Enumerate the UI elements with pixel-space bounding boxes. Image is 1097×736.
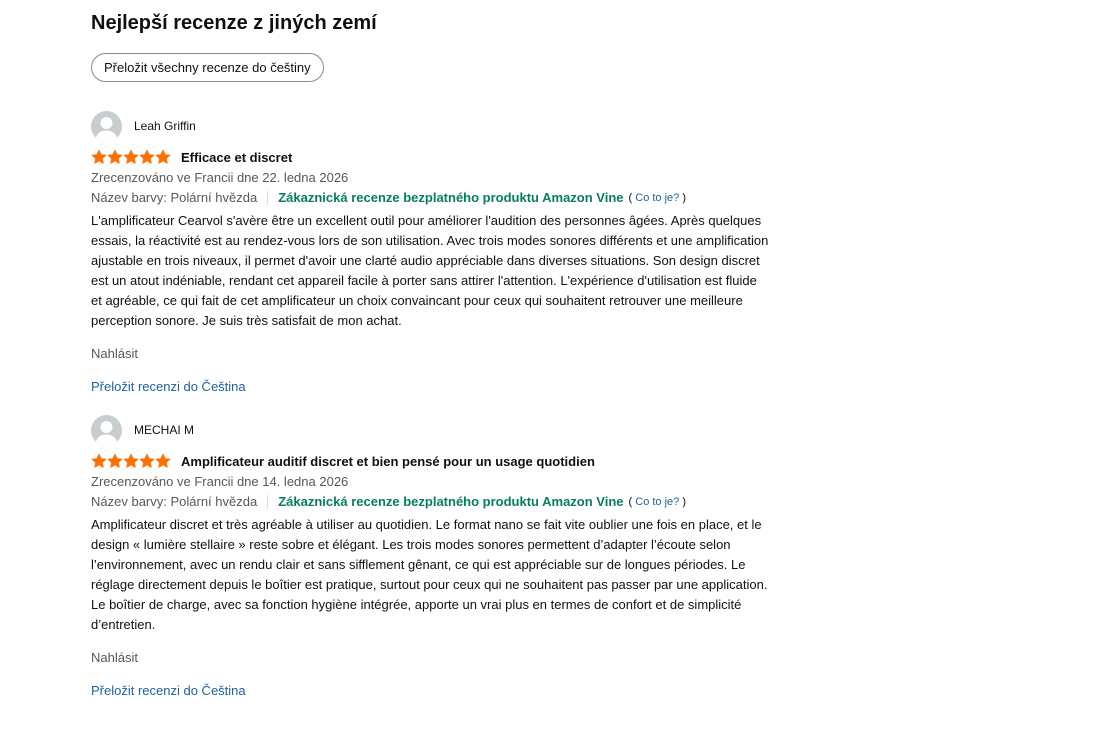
variant-info: Název barvy: Polární hvězda bbox=[91, 494, 258, 509]
vine-help: ( Co to je? ) bbox=[629, 492, 687, 512]
reviewer-name: Leah Griffin bbox=[134, 119, 196, 133]
review-meta: Název barvy: Polární hvězda Zákaznická r… bbox=[91, 492, 781, 512]
avatar-icon bbox=[91, 110, 122, 142]
star-icon bbox=[155, 149, 171, 165]
vine-help: ( Co to je? ) bbox=[629, 188, 687, 208]
vine-help-open: ( bbox=[628, 496, 633, 508]
vine-help-close: ) bbox=[682, 192, 687, 204]
review-date: Zrecenzováno ve Francii dne 22. ledna 20… bbox=[91, 170, 349, 185]
star-rating[interactable] bbox=[91, 453, 171, 469]
variant-info: Název barvy: Polární hvězda bbox=[91, 190, 258, 205]
vine-help-link[interactable]: Co to je? bbox=[635, 192, 679, 204]
review-card: Leah Griffin Efficace et discret Zrecenz… bbox=[91, 110, 781, 397]
star-icon bbox=[139, 149, 155, 165]
review-title-row: Efficace et discret bbox=[91, 146, 781, 168]
avatar-icon bbox=[91, 414, 122, 446]
foreign-reviews-section: Nejlepší recenze z jiných zemí Přeložit … bbox=[91, 0, 781, 701]
review-body: L'amplificateur Cearvol s'avère être un … bbox=[91, 213, 769, 328]
review-title[interactable]: Efficace et discret bbox=[181, 150, 292, 165]
vine-help-link[interactable]: Co to je? bbox=[635, 496, 679, 508]
vine-badge: Zákaznická recenze bezplatného produktu … bbox=[278, 190, 624, 205]
star-icon bbox=[107, 149, 123, 165]
review-date: Zrecenzováno ve Francii dne 14. ledna 20… bbox=[91, 474, 349, 489]
review-title-row: Amplificateur auditif discret et bien pe… bbox=[91, 450, 781, 472]
reviewer-profile[interactable]: Leah Griffin bbox=[91, 110, 781, 142]
review-card: MECHAI M Amplificateur auditif discret e… bbox=[91, 414, 781, 701]
report-link[interactable]: Nahlásit bbox=[91, 648, 781, 668]
star-icon bbox=[139, 453, 155, 469]
vine-help-close: ) bbox=[682, 496, 687, 508]
star-icon bbox=[107, 453, 123, 469]
reviewer-profile[interactable]: MECHAI M bbox=[91, 414, 781, 446]
report-link[interactable]: Nahlásit bbox=[91, 344, 781, 364]
vine-badge: Zákaznická recenze bezplatného produktu … bbox=[278, 494, 624, 509]
meta-divider bbox=[267, 191, 269, 205]
translate-review-link[interactable]: Přeložit recenzi do Čeština bbox=[91, 681, 781, 701]
translate-all-button[interactable]: Přeložit všechny recenze do češtiny bbox=[91, 53, 324, 82]
star-icon bbox=[155, 453, 171, 469]
reviewer-name: MECHAI M bbox=[134, 423, 194, 437]
star-icon bbox=[91, 149, 107, 165]
review-body: Amplificateur discret et très agréable à… bbox=[91, 517, 768, 632]
meta-divider bbox=[267, 495, 269, 509]
vine-help-open: ( bbox=[628, 192, 633, 204]
star-icon bbox=[123, 453, 139, 469]
star-rating[interactable] bbox=[91, 149, 171, 165]
translate-review-link[interactable]: Přeložit recenzi do Čeština bbox=[91, 377, 781, 397]
star-icon bbox=[91, 453, 107, 469]
section-title: Nejlepší recenze z jiných zemí bbox=[91, 12, 377, 34]
review-meta: Název barvy: Polární hvězda Zákaznická r… bbox=[91, 188, 781, 208]
star-icon bbox=[123, 149, 139, 165]
review-title[interactable]: Amplificateur auditif discret et bien pe… bbox=[181, 454, 595, 469]
